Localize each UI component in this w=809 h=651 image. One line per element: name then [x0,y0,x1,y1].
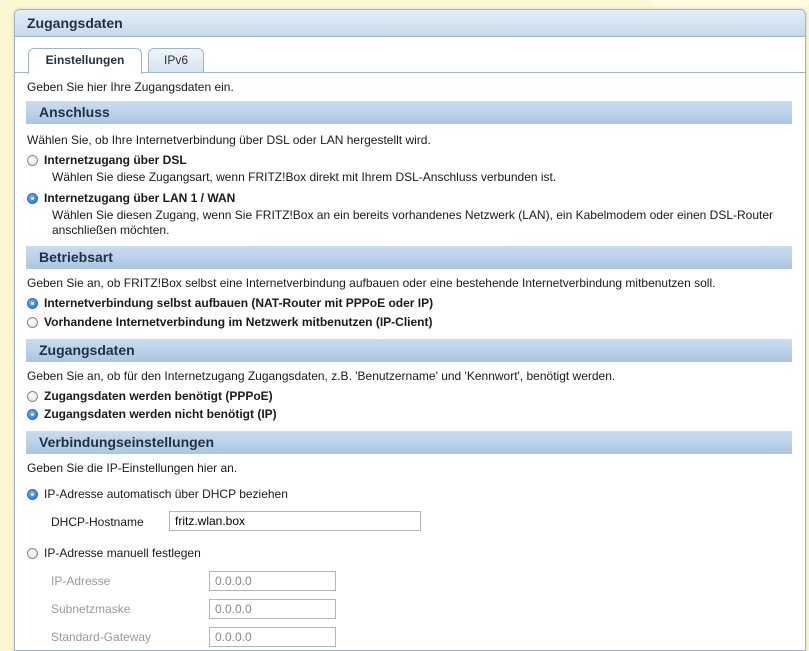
radio-no-credentials[interactable]: Zugangsdaten werden nicht benötigt (IP) [27,407,277,421]
settings-panel: Zugangsdaten Einstellungen IPv6 Geben Si… [14,9,806,651]
radio-dsl-description: Wählen Sie diese Zugangsart, wenn FRITZ!… [52,170,557,184]
intro-text: Geben Sie hier Ihre Zugangsdaten ein. [27,80,234,94]
subnet-mask-label: Subnetzmaske [51,602,131,616]
section-header-betriebsart: Betriebsart [26,246,792,269]
radio-manual-ip-label: IP-Adresse manuell festlegen [44,546,201,560]
tab-ipv6[interactable]: IPv6 [148,48,204,72]
panel-title: Zugangsdaten [15,10,805,37]
section-header-zugangsdaten: Zugangsdaten [26,339,792,362]
radio-pppoe-label: Zugangsdaten werden benötigt (PPPoE) [44,389,273,403]
gateway-input[interactable] [209,627,336,647]
gateway-label: Standard-Gateway [51,630,152,644]
radio-ip-client[interactable]: Vorhandene Internetverbindung im Netzwer… [27,315,432,329]
radio-pppoe[interactable]: Zugangsdaten werden benötigt (PPPoE) [27,389,273,403]
radio-pppoe-indicator[interactable] [27,390,38,402]
radio-ip-client-indicator[interactable] [27,316,38,328]
subnet-mask-input[interactable] [209,599,336,619]
radio-dhcp[interactable]: IP-Adresse automatisch über DHCP beziehe… [27,487,288,501]
radio-manual-ip-indicator[interactable] [27,547,38,559]
radio-dsl[interactable]: Internetzugang über DSL [27,153,187,167]
radio-lan-wan-description: Wählen Sie diesen Zugang, wenn Sie FRITZ… [52,208,774,237]
radio-ip-client-label: Vorhandene Internetverbindung im Netzwer… [44,315,433,329]
radio-manual-ip[interactable]: IP-Adresse manuell festlegen [27,546,201,560]
ip-address-input[interactable] [209,571,336,591]
radio-no-credentials-indicator[interactable] [27,408,38,420]
tab-bar: Einstellungen IPv6 [15,47,805,74]
radio-nat-router-label: Internetverbindung selbst aufbauen (NAT-… [44,296,434,310]
section-header-anschluss: Anschluss [26,101,792,124]
radio-no-credentials-label: Zugangsdaten werden nicht benötigt (IP) [44,407,277,421]
radio-dsl-label: Internetzugang über DSL [44,153,187,167]
radio-nat-router[interactable]: Internetverbindung selbst aufbauen (NAT-… [27,296,433,310]
radio-lan-wan[interactable]: Internetzugang über LAN 1 / WAN [27,191,235,205]
anschluss-description: Wählen Sie, ob Ihre Internetverbindung ü… [27,133,431,147]
radio-lan-wan-label: Internetzugang über LAN 1 / WAN [44,191,236,205]
tab-einstellungen[interactable]: Einstellungen [28,48,142,74]
dhcp-hostname-input[interactable] [169,511,421,531]
radio-dhcp-label: IP-Adresse automatisch über DHCP beziehe… [44,487,288,501]
dhcp-hostname-label: DHCP-Hostname [51,515,144,529]
zugangsdaten-description: Geben Sie an, ob für den Internetzugang … [27,369,616,383]
verbindung-description: Geben Sie die IP-Einstellungen hier an. [27,461,238,475]
betriebsart-description: Geben Sie an, ob FRITZ!Box selbst eine I… [27,276,716,290]
ip-address-label: IP-Adresse [51,574,111,588]
radio-nat-router-indicator[interactable] [27,297,38,309]
radio-lan-wan-indicator[interactable] [27,192,38,204]
radio-dhcp-indicator[interactable] [27,488,38,500]
radio-dsl-indicator[interactable] [27,154,38,166]
section-header-verbindungseinstellungen: Verbindungseinstellungen [26,431,792,454]
